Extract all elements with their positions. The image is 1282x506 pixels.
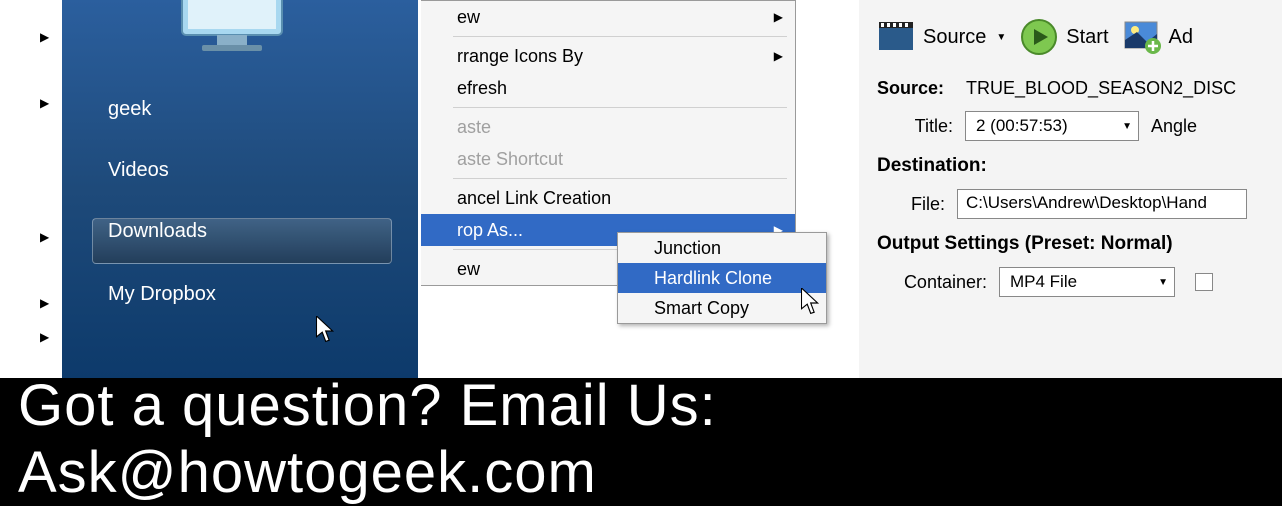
toolbar: Source ▼ Start Ad — [877, 0, 1282, 72]
submenu-item-hardlink-clone[interactable]: Hardlink Clone — [618, 263, 826, 293]
menu-separator — [453, 107, 787, 108]
source-button-label: Source — [923, 26, 986, 49]
submenu-arrow-icon: ▶ — [40, 96, 49, 110]
menu-item-view[interactable]: ew▶ — [418, 1, 795, 33]
menu-item-cancel-link-creation[interactable]: ancel Link Creation — [418, 182, 795, 214]
angle-label: Angle — [1151, 116, 1197, 137]
submenu-arrow-icon: ▶ — [40, 230, 49, 244]
context-menu-panel: ew▶ rrange Icons By▶ efresh aste aste Sh… — [418, 0, 856, 378]
title-label: Title: — [905, 116, 953, 137]
submenu-arrow-icon: ▶ — [40, 330, 49, 344]
title-combo[interactable]: 2 (00:57:53) ▼ — [965, 111, 1139, 141]
submenu-arrow-icon: ▶ — [774, 40, 783, 72]
dropdown-caret-icon: ▼ — [1158, 277, 1168, 288]
footer-text: Got a question? Email Us: Ask@howtogeek.… — [18, 372, 1282, 506]
context-submenu: Junction Hardlink Clone Smart Copy — [617, 232, 827, 324]
menu-separator — [453, 178, 787, 179]
start-menu-item-downloads[interactable]: Downloads — [62, 210, 418, 253]
title-combo-value: 2 (00:57:53) — [976, 116, 1068, 136]
menu-item-paste: aste — [418, 111, 795, 143]
handbrake-panel: Source ▼ Start Ad Source: TRUE_BLOOD_SEA… — [856, 0, 1282, 378]
start-menu-panel: ▶ ▶ ▶ ▶ ▶ geek Videos Downloads My Dropb… — [0, 0, 418, 378]
checkbox[interactable] — [1195, 273, 1213, 291]
cursor-icon — [316, 316, 340, 351]
picture-add-icon — [1123, 18, 1161, 56]
source-value: TRUE_BLOOD_SEASON2_DISC — [966, 78, 1236, 99]
dropdown-caret-icon: ▼ — [996, 32, 1006, 43]
file-input[interactable]: C:\Users\Andrew\Desktop\Hand — [957, 189, 1247, 219]
container-combo[interactable]: MP4 File ▼ — [999, 267, 1175, 297]
add-button-label: Ad — [1169, 26, 1193, 49]
submenu-arrow-icon: ▶ — [40, 296, 49, 310]
footer-banner: Got a question? Email Us: Ask@howtogeek.… — [0, 378, 1282, 500]
container-combo-value: MP4 File — [1010, 272, 1077, 292]
menu-item-paste-shortcut: aste Shortcut — [418, 143, 795, 175]
film-icon — [877, 18, 915, 56]
container-label: Container: — [887, 272, 987, 293]
add-button[interactable]: Ad — [1123, 18, 1193, 56]
computer-icon — [162, 0, 302, 60]
destination-heading: Destination: — [877, 147, 1282, 183]
start-menu-item-my-dropbox[interactable]: My Dropbox — [62, 273, 418, 316]
start-menu-left-column: ▶ ▶ ▶ ▶ ▶ — [0, 0, 62, 378]
start-menu-item-videos[interactable]: Videos — [62, 149, 418, 192]
file-label: File: — [905, 194, 945, 215]
dropdown-caret-icon: ▼ — [1122, 121, 1132, 132]
submenu-item-smart-copy[interactable]: Smart Copy — [618, 293, 826, 323]
source-button[interactable]: Source ▼ — [877, 18, 1006, 56]
submenu-item-junction[interactable]: Junction — [618, 233, 826, 263]
start-button-label: Start — [1066, 26, 1108, 49]
start-menu-item-geek[interactable]: geek — [62, 88, 418, 131]
start-button[interactable]: Start — [1020, 18, 1108, 56]
menu-item-arrange-icons[interactable]: rrange Icons By▶ — [418, 40, 795, 72]
submenu-arrow-icon: ▶ — [774, 1, 783, 33]
menu-item-refresh[interactable]: efresh — [418, 72, 795, 104]
play-icon — [1020, 18, 1058, 56]
start-menu-right-column: geek Videos Downloads My Dropbox — [62, 0, 418, 378]
output-settings-heading: Output Settings (Preset: Normal) — [877, 225, 1282, 261]
submenu-arrow-icon: ▶ — [40, 30, 49, 44]
source-label: Source: — [877, 78, 944, 99]
menu-separator — [453, 36, 787, 37]
